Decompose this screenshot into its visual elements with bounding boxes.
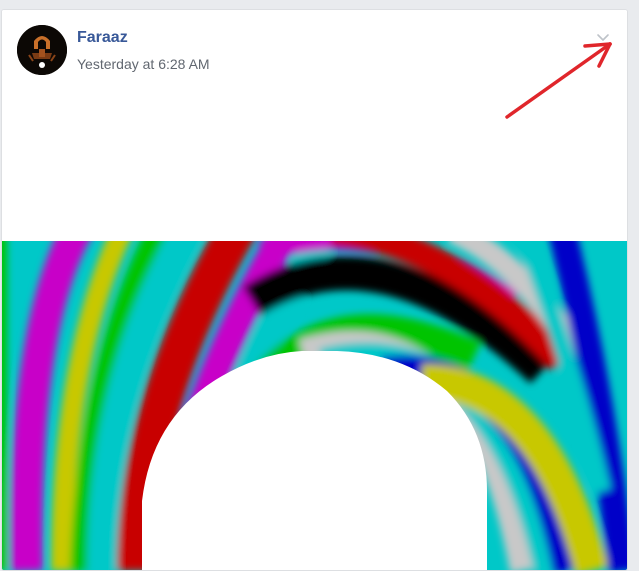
- author-name-link[interactable]: Faraaz: [77, 29, 128, 47]
- post-photo[interactable]: [2, 241, 627, 570]
- author-avatar[interactable]: [17, 25, 67, 75]
- post-timestamp-link[interactable]: Yesterday at 6:28 AM: [77, 56, 210, 72]
- avatar-image: [17, 25, 67, 75]
- post-card: Faraaz Yesterday at 6:28 AM: [1, 9, 628, 571]
- chevron-down-icon[interactable]: [595, 29, 611, 45]
- post-header: Faraaz Yesterday at 6:28 AM: [2, 10, 627, 242]
- psychedelic-image: [2, 241, 627, 570]
